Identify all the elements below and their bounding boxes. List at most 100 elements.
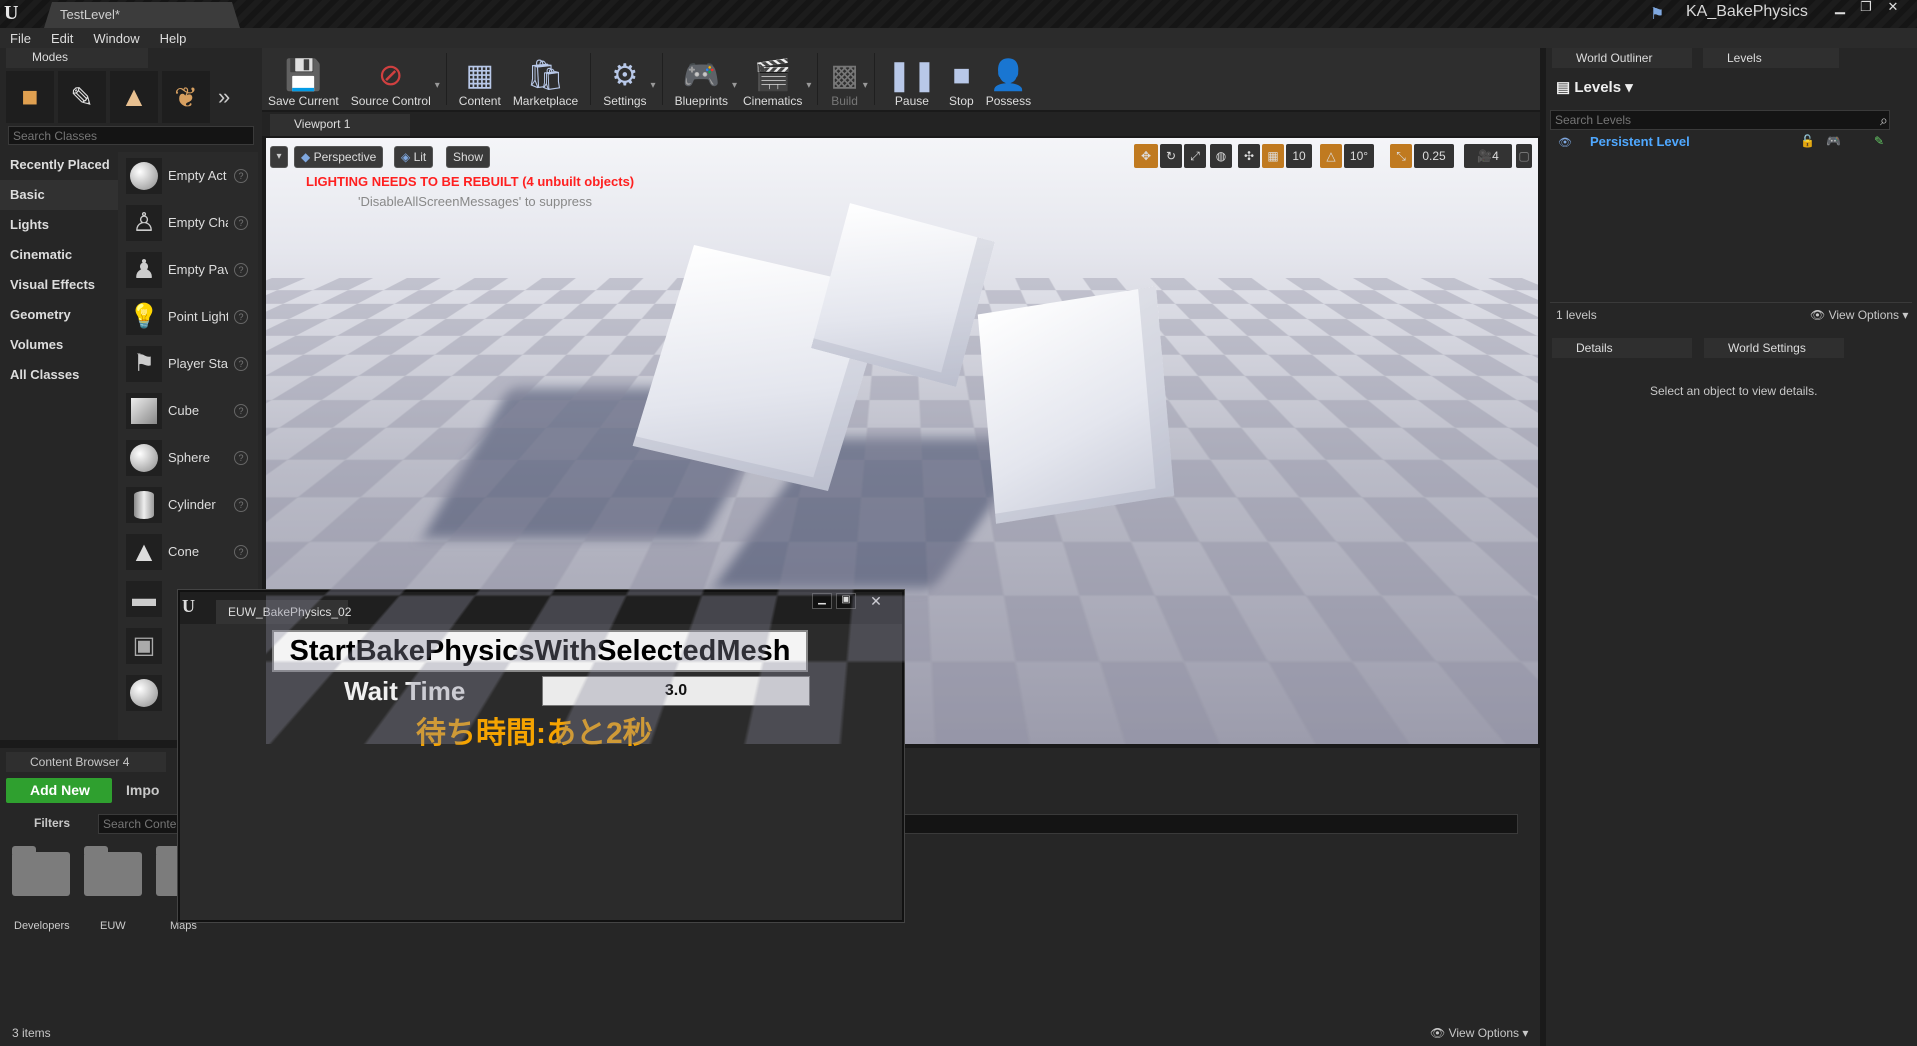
content-view-options[interactable]: 👁 View Options ▾ — [1430, 1026, 1528, 1040]
euw-tab[interactable]: EUW_BakePhysics_02 — [216, 600, 348, 624]
help-icon[interactable]: ? — [234, 404, 248, 418]
category-volumes[interactable]: Volumes — [0, 330, 118, 360]
minimize-icon[interactable]: ▁ — [812, 593, 832, 609]
cinematics-dropdown-icon[interactable]: ▾ — [806, 80, 811, 91]
add-new-button[interactable]: Add New — [6, 778, 112, 803]
edit-pencil-icon[interactable]: ✎ — [1874, 134, 1884, 148]
menu-edit[interactable]: Edit — [51, 31, 73, 46]
menu-help[interactable]: Help — [160, 31, 187, 46]
help-icon[interactable]: ? — [234, 545, 248, 559]
world-space-icon[interactable]: ◍ — [1210, 144, 1232, 168]
folder-developers[interactable] — [12, 852, 70, 896]
filters-button[interactable]: Filters — [34, 816, 70, 830]
class-item-player-start[interactable]: ⚑ Player Sta? — [118, 340, 258, 387]
marketplace-button[interactable]: 🛍 Marketplace — [507, 50, 584, 108]
foliage-mode-icon[interactable]: ❦ — [162, 71, 210, 123]
viewport-options-icon[interactable]: ▾ — [270, 146, 288, 168]
rotation-snap-value[interactable]: 10° — [1344, 144, 1374, 168]
category-lights[interactable]: Lights — [0, 210, 118, 240]
category-basic[interactable]: Basic — [0, 180, 118, 210]
minimize-window-button[interactable]: ▁ — [1829, 0, 1851, 16]
source-control-dropdown-icon[interactable]: ▾ — [435, 80, 440, 91]
start-bake-physics-button[interactable]: StartBakePhysicsWithSelectedMesh — [272, 630, 808, 672]
scale-icon[interactable]: ⤢ — [1184, 144, 1206, 168]
levels-dropdown[interactable]: ▤ Levels ▾ — [1556, 78, 1633, 96]
help-icon[interactable]: ? — [234, 310, 248, 324]
stop-button[interactable]: ■ Stop — [943, 50, 980, 108]
settings-dropdown-icon[interactable]: ▾ — [651, 80, 656, 91]
build-dropdown-icon[interactable]: ▾ — [863, 80, 868, 91]
perspective-button[interactable]: ◆ Perspective — [294, 146, 383, 168]
help-icon[interactable]: ? — [234, 498, 248, 512]
menu-window[interactable]: Window — [93, 31, 139, 46]
category-all-classes[interactable]: All Classes — [0, 360, 118, 390]
search-classes-input[interactable] — [8, 126, 254, 145]
class-item-cone[interactable]: ▲ Cone? — [118, 528, 258, 575]
cinematics-button[interactable]: 🎬 Cinematics — [737, 50, 808, 108]
class-item-empty-pawn[interactable]: ♟ Empty Pav? — [118, 246, 258, 293]
class-item-empty-actor[interactable]: Empty Act? — [118, 152, 258, 199]
visibility-eye-icon[interactable]: 👁 — [1558, 136, 1572, 149]
rotation-snap-icon[interactable]: △ — [1320, 144, 1342, 168]
lit-button[interactable]: ◈ Lit — [394, 146, 433, 168]
help-icon[interactable]: ? — [234, 451, 248, 465]
close-icon[interactable]: ✕ — [866, 593, 886, 609]
tab-world-outliner[interactable]: World Outliner — [1552, 48, 1692, 68]
document-tab[interactable]: TestLevel* — [44, 2, 240, 28]
wait-time-input[interactable]: 3.0 — [542, 676, 810, 706]
grid-size-value[interactable]: 10 — [1286, 144, 1312, 168]
expand-modes-icon[interactable]: » — [218, 84, 230, 110]
pause-button[interactable]: ❚❚ Pause — [881, 50, 943, 108]
modes-tab[interactable]: Modes — [6, 48, 148, 68]
gamepad-icon[interactable]: 🎮 — [1826, 134, 1841, 148]
surface-snap-icon[interactable]: ✣ — [1238, 144, 1260, 168]
maximize-window-button[interactable]: ❐ — [1855, 0, 1877, 16]
paint-mode-icon[interactable]: ✎ — [58, 71, 106, 123]
show-button[interactable]: Show — [446, 146, 490, 168]
category-cinematic[interactable]: Cinematic — [0, 240, 118, 270]
place-mode-icon[interactable]: ■ — [6, 71, 54, 123]
help-icon[interactable]: ? — [234, 169, 248, 183]
viewport-tab[interactable]: Viewport 1 — [270, 114, 410, 136]
category-geometry[interactable]: Geometry — [0, 300, 118, 330]
content-browser-tab[interactable]: Content Browser 4 — [6, 752, 166, 772]
save-current-button[interactable]: 💾 Save Current — [262, 50, 345, 108]
lock-icon[interactable]: 🔓 — [1800, 134, 1815, 148]
help-icon[interactable]: ? — [234, 216, 248, 230]
help-icon[interactable]: ? — [234, 263, 248, 277]
cube-mesh[interactable] — [978, 286, 1175, 523]
menu-file[interactable]: File — [10, 31, 31, 46]
source-control-button[interactable]: ⊘ Source Control — [345, 50, 437, 108]
category-recently-placed[interactable]: Recently Placed — [0, 150, 118, 180]
help-icon[interactable]: ? — [234, 357, 248, 371]
possess-button[interactable]: 👤 Possess — [980, 50, 1037, 108]
build-button[interactable]: ▩ Build — [824, 50, 864, 108]
content-button[interactable]: ▦ Content — [453, 50, 507, 108]
translate-icon[interactable]: ✥ — [1134, 144, 1158, 168]
tab-levels[interactable]: Levels — [1703, 48, 1839, 68]
class-item-sphere[interactable]: Sphere? — [118, 434, 258, 481]
folder-euw[interactable] — [84, 852, 142, 896]
class-item-point-light[interactable]: 💡 Point Light? — [118, 293, 258, 340]
tab-world-settings[interactable]: World Settings — [1704, 338, 1844, 358]
tab-details[interactable]: Details — [1552, 338, 1692, 358]
landscape-mode-icon[interactable]: ▲ — [110, 71, 158, 123]
grid-snap-icon[interactable]: ▦ — [1262, 144, 1284, 168]
camera-speed[interactable]: 🎥 4 — [1464, 144, 1512, 168]
close-window-button[interactable]: ✕ — [1882, 0, 1904, 16]
settings-button[interactable]: ⚙ Settings — [597, 50, 652, 108]
persistent-level-item[interactable]: Persistent Level — [1590, 134, 1690, 149]
rotate-icon[interactable]: ↻ — [1160, 144, 1182, 168]
scale-snap-value[interactable]: 0.25 — [1414, 144, 1454, 168]
search-levels-input[interactable] — [1550, 110, 1890, 130]
maximize-viewport-icon[interactable]: ▢ — [1516, 144, 1532, 168]
class-item-cylinder[interactable]: Cylinder? — [118, 481, 258, 528]
import-button[interactable]: Impo — [126, 782, 159, 798]
blueprints-button[interactable]: 🎮 Blueprints — [669, 50, 734, 108]
maximize-icon[interactable]: ▣ — [836, 593, 856, 609]
levels-view-options[interactable]: 👁 View Options ▾ — [1810, 308, 1908, 322]
class-item-cube[interactable]: Cube? — [118, 387, 258, 434]
class-item-empty-character[interactable]: ♙ Empty Cha? — [118, 199, 258, 246]
scale-snap-icon[interactable]: ⤡ — [1390, 144, 1412, 168]
category-visual-effects[interactable]: Visual Effects — [0, 270, 118, 300]
